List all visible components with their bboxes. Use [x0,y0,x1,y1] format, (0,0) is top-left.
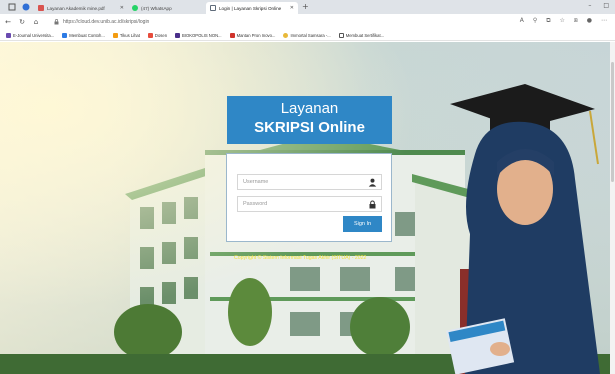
browser-actions: A ⚲ ⧉ ☆ ⧈ ● ⋯ [520,17,607,25]
bookmark-label: Immortal Samsara -... [290,32,331,38]
reload-icon[interactable]: ↻ [16,18,28,26]
tab-label: Login | Layanan Skripsi Online [219,5,282,11]
bookmark-icon [147,32,153,38]
url-field[interactable]: https://cloud.dev.unib.ac.id/skripsi/log… [54,17,149,28]
bookmark-icon [62,32,68,38]
bookmarks-bar: E-Journal Universita... Membuat Contoh..… [0,30,615,41]
bookmark-item[interactable]: BIOKOPOLIS NON... [175,32,222,38]
bookmark-label: Membuat Contoh... [69,32,105,38]
bookmark-label: BIOKOPOLIS NON... [182,32,222,38]
bookmark-item[interactable]: Membuat Contoh... [62,32,105,38]
browser-tab-bar: Layanan Akademik mine.pdf ✕ (47) WhatsAp… [0,0,615,14]
bookmark-icon [283,32,289,38]
collections-icon[interactable]: ⧈ [574,17,578,25]
read-aloud-icon[interactable]: A [520,17,524,25]
page-viewport: Layanan SKRIPSI Online Sign In Copyright… [0,42,610,374]
maximize-icon[interactable]: □ [603,1,609,11]
bookmark-item[interactable]: Membuat Sertifikat... [338,32,385,38]
tab-label: (47) WhatsApp [141,5,172,11]
close-tab-icon[interactable]: ✕ [120,5,124,11]
profile-icon[interactable] [22,3,30,11]
graduate-student-image [446,84,600,374]
window-controls: – □ [588,1,609,11]
username-field [237,174,382,190]
tab-actions-icon[interactable] [8,3,16,11]
bookmark-item[interactable]: E-Journal Universita... [6,32,55,38]
account-icon[interactable]: ● [587,17,592,25]
back-icon[interactable]: ← [2,18,14,26]
bookmark-label: Dosen [154,32,168,38]
bookmark-item[interactable]: Immortal Samsara -... [283,32,331,38]
login-form: Sign In [226,153,392,242]
sign-in-button[interactable]: Sign In [343,216,382,232]
minimize-icon[interactable]: – [588,1,591,11]
bookmark-label: E-Journal Universita... [13,32,55,38]
lock-icon [369,200,376,209]
bookmark-item[interactable]: Tikus Lihat [112,32,140,38]
bookmark-label: Tikus Lihat [119,32,140,38]
copyright-text: Copyright © Sistem Informasi Tugas Akhir… [234,255,367,261]
username-input[interactable] [238,175,381,189]
page-title-line2: SKRIPSI Online [254,119,365,136]
bookmark-item[interactable]: Mantan Pron Inovo... [229,32,276,38]
user-icon [368,178,377,187]
bookmark-icon [229,32,235,38]
bookmark-item[interactable]: Dosen [147,32,168,38]
password-field [237,196,382,212]
bookmark-icon [112,32,118,38]
tab-pdf[interactable]: Layanan Akademik mine.pdf ✕ [34,2,128,14]
bookmark-icon [175,32,181,38]
whatsapp-icon [132,5,138,11]
tab-label: Layanan Akademik mine.pdf [47,5,105,11]
password-input[interactable] [238,197,381,211]
pdf-icon [38,5,44,11]
scrollbar-thumb[interactable] [611,62,614,182]
menu-icon[interactable]: ⋯ [601,17,607,25]
app-title-banner: Layanan SKRIPSI Online [227,96,392,144]
bookmark-icon [338,32,344,38]
page-icon [210,5,216,11]
bookmark-label: Mantan Pron Inovo... [236,32,276,38]
url-text: https://cloud.dev.unib.ac.id/skripsi/log… [63,19,150,25]
zoom-icon[interactable]: ⚲ [533,17,537,25]
close-tab-icon[interactable]: ✕ [290,5,294,11]
bookmark-label: Membuat Sertifikat... [345,32,385,38]
vertical-scrollbar[interactable] [610,42,615,374]
new-tab-button[interactable]: + [302,2,309,12]
tab-login[interactable]: Login | Layanan Skripsi Online ✕ [206,2,298,14]
extension-icon[interactable]: ⧉ [546,17,550,25]
favorite-icon[interactable]: ☆ [560,17,565,25]
bookmark-icon [6,32,11,38]
home-icon[interactable]: ⌂ [30,18,42,26]
page-title-line1: Layanan [280,100,339,117]
address-bar: ← ↻ ⌂ https://cloud.dev.unib.ac.id/skrip… [0,14,615,30]
lock-icon [54,19,59,25]
